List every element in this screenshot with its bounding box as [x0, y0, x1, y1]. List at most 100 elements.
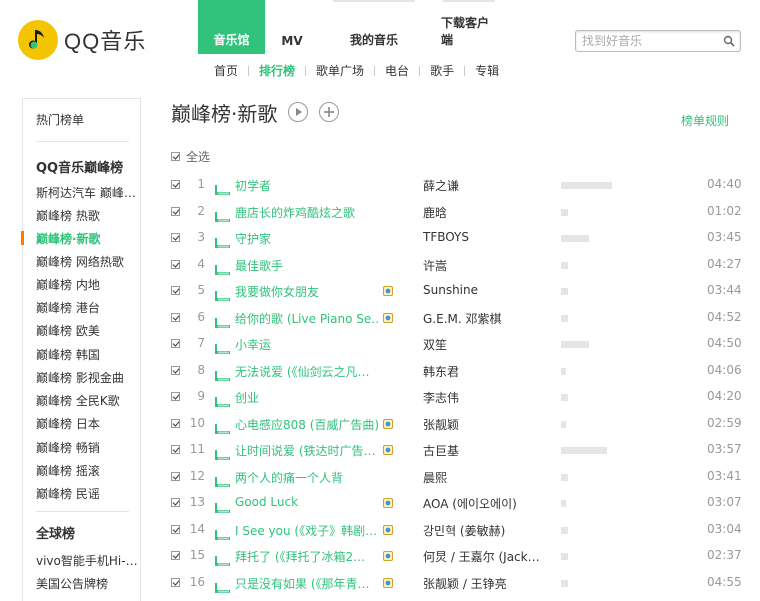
table-row[interactable]: 12 两个人的痛一个人背 晨熙 03:41	[171, 464, 742, 490]
subnav-singers[interactable]: 歌手	[430, 62, 454, 79]
singer-link[interactable]: 鹿晗	[423, 204, 543, 221]
song-title-link[interactable]: 创业	[235, 389, 380, 406]
row-checkbox[interactable]	[171, 392, 180, 401]
row-checkbox[interactable]	[171, 339, 180, 348]
row-checkbox[interactable]	[171, 206, 180, 216]
song-title-link[interactable]: I See you (《戏子》韩剧…	[235, 522, 380, 539]
table-row[interactable]: 10 心电感应808 (百威广告曲) 张靓颖 02:59	[171, 411, 742, 437]
singer-link[interactable]: 강민혁 (姜敏赫)	[423, 522, 543, 539]
row-checkbox[interactable]	[171, 259, 180, 269]
tab-mv[interactable]: MV	[265, 0, 319, 54]
song-title-link[interactable]: 让时间说爱 (铁达时广告…	[235, 442, 380, 459]
row-checkbox[interactable]	[171, 577, 180, 587]
subnav-albums[interactable]: 专辑	[475, 62, 499, 79]
row-checkbox[interactable]	[171, 180, 180, 189]
singer-link[interactable]: 张靓颖	[423, 416, 543, 433]
row-checkbox[interactable]	[171, 471, 180, 481]
singer-link[interactable]: TFBOYS	[423, 230, 543, 244]
song-title-link[interactable]: 鹿店长的炸鸡酷炫之歌	[235, 204, 380, 221]
sidebar-item-new[interactable]: 巅峰榜·新歌	[36, 230, 140, 247]
table-row[interactable]: 13 Good Luck AOA (에이오에이) 03:07	[171, 490, 742, 516]
song-title-link[interactable]: 心电感应808 (百威广告曲)	[235, 416, 380, 433]
play-all-button[interactable]	[288, 102, 308, 122]
singer-link[interactable]: 古巨基	[423, 442, 543, 459]
song-title-link[interactable]: 只是没有如果 (《那年青…	[235, 575, 380, 592]
search-icon[interactable]	[723, 35, 735, 47]
singer-link[interactable]: 晨熙	[423, 469, 543, 486]
singer-link[interactable]: 双笙	[423, 336, 543, 353]
singer-link[interactable]: 韩东君	[423, 363, 543, 380]
sidebar-item-mainland[interactable]: 巅峰榜 内地	[36, 276, 140, 293]
sidebar-item-film[interactable]: 巅峰榜 影视金曲	[36, 369, 140, 386]
row-checkbox[interactable]	[171, 551, 180, 560]
sidebar-item-western[interactable]: 巅峰榜 欧美	[36, 322, 140, 339]
search-input[interactable]	[582, 33, 722, 49]
table-row[interactable]: 15 拜托了 (《拜托了冰箱2… 何炅 / 王嘉尔 (Jack… 02:37	[171, 543, 742, 569]
song-title-link[interactable]: 初学者	[235, 177, 380, 194]
sidebar-item-folk[interactable]: 巅峰榜 民谣	[36, 485, 140, 502]
song-title-link[interactable]: 拜托了 (《拜托了冰箱2…	[235, 548, 380, 565]
subnav-radio[interactable]: 电台	[385, 62, 409, 79]
table-row[interactable]: 7 小幸运 双笙 04:50	[171, 331, 742, 357]
singer-link[interactable]: 张靓颖 / 王铮亮	[423, 575, 543, 592]
sidebar-item-rock[interactable]: 巅峰榜 摇滚	[36, 462, 140, 479]
table-row[interactable]: 2 鹿店长的炸鸡酷炫之歌 鹿晗 01:02	[171, 199, 742, 225]
row-checkbox[interactable]	[171, 365, 180, 375]
table-row[interactable]: 8 无法说爱 (《仙剑云之凡… 韩东君 04:06	[171, 358, 742, 384]
sidebar-item-korea[interactable]: 巅峰榜 韩国	[36, 346, 140, 363]
song-title-link[interactable]: 最佳歌手	[235, 257, 380, 274]
table-row[interactable]: 14 I See you (《戏子》韩剧… 강민혁 (姜敏赫) 03:04	[171, 517, 742, 543]
sidebar-item-skoda[interactable]: 斯柯达汽车 巅峰榜·流行指数	[36, 184, 140, 201]
singer-link[interactable]: G.E.M. 邓紫棋	[423, 310, 543, 327]
song-title-link[interactable]: 我要做你女朋友	[235, 283, 380, 300]
logo[interactable]: QQ音乐	[18, 20, 146, 60]
table-row[interactable]: 11 让时间说爱 (铁达时广告… 古巨基 03:57	[171, 437, 742, 463]
table-row[interactable]: 16 只是没有如果 (《那年青… 张靓颖 / 王铮亮 04:55	[171, 570, 742, 596]
singer-link[interactable]: Sunshine	[423, 283, 543, 297]
row-checkbox[interactable]	[171, 445, 180, 454]
singer-link[interactable]: 何炅 / 王嘉尔 (Jack…	[423, 548, 543, 565]
row-checkbox[interactable]	[171, 286, 180, 295]
add-all-button[interactable]	[319, 102, 339, 122]
subnav-home[interactable]: 首页	[214, 62, 238, 79]
sidebar-item-hktw[interactable]: 巅峰榜 港台	[36, 299, 140, 316]
sidebar-item-hot[interactable]: 巅峰榜 热歌	[36, 207, 140, 224]
table-row[interactable]: 4 最佳歌手 许嵩 04:27	[171, 252, 742, 278]
singer-link[interactable]: 许嵩	[423, 257, 543, 274]
song-title-link[interactable]: 小幸运	[235, 336, 380, 353]
song-title-link[interactable]: 无法说爱 (《仙剑云之凡…	[235, 363, 380, 380]
tab-download-client[interactable]: 下载客户端	[429, 0, 509, 54]
table-row[interactable]: 9 创业 李志伟 04:20	[171, 384, 742, 410]
row-checkbox[interactable]	[171, 418, 180, 428]
tab-music-hall[interactable]: 音乐馆	[198, 0, 265, 54]
table-row[interactable]: 6 给你的歌 (Live Piano Se… G.E.M. 邓紫棋 04:52	[171, 305, 742, 331]
singer-link[interactable]: 薛之谦	[423, 177, 543, 194]
singer-link[interactable]: AOA (에이오에이)	[423, 495, 543, 512]
table-row[interactable]: 3 守护家 TFBOYS 03:45	[171, 225, 742, 251]
sidebar-hot-title[interactable]: 热门榜单	[36, 111, 84, 128]
table-row[interactable]: 1 初学者 薛之谦 04:40	[171, 172, 742, 198]
row-checkbox[interactable]	[171, 498, 180, 507]
table-row[interactable]: 5 我要做你女朋友 Sunshine 03:44	[171, 278, 742, 304]
song-title-link[interactable]: Good Luck	[235, 495, 380, 509]
tab-my-music[interactable]: 我的音乐	[319, 0, 429, 54]
sidebar-item-ksong[interactable]: 巅峰榜 全民K歌	[36, 392, 140, 409]
song-title-link[interactable]: 给你的歌 (Live Piano Se…	[235, 310, 380, 327]
sidebar-item-vivo[interactable]: vivo智能手机Hi-Fi榜	[36, 552, 140, 569]
row-checkbox[interactable]	[171, 524, 180, 534]
subnav-charts[interactable]: 排行榜	[259, 62, 295, 79]
song-title-link[interactable]: 两个人的痛一个人背	[235, 469, 380, 486]
sidebar-item-network[interactable]: 巅峰榜 网络热歌	[36, 253, 140, 270]
sidebar-item-japan[interactable]: 巅峰榜 日本	[36, 415, 140, 432]
subnav-playlists[interactable]: 歌单广场	[316, 62, 364, 79]
song-title-link[interactable]: 守护家	[235, 230, 380, 247]
row-checkbox[interactable]	[171, 233, 180, 242]
chart-rules-link[interactable]: 榜单规则	[681, 112, 729, 129]
sidebar-item-billboard[interactable]: 美国公告牌榜	[36, 575, 140, 592]
search-box[interactable]	[575, 30, 741, 52]
sidebar-item-bestseller[interactable]: 巅峰榜 畅销	[36, 439, 140, 456]
row-checkbox[interactable]	[171, 312, 180, 322]
select-all-checkbox[interactable]	[171, 152, 180, 161]
select-all[interactable]: 全选	[171, 148, 210, 165]
singer-link[interactable]: 李志伟	[423, 389, 543, 406]
